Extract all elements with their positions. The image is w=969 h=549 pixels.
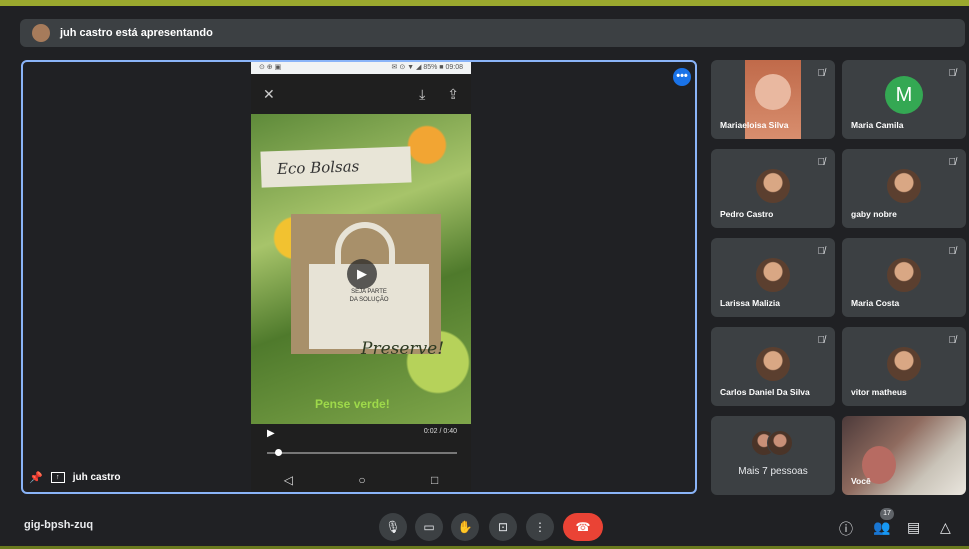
home-icon: ○ bbox=[358, 473, 366, 487]
bag-text-2: DA SOLUÇÃO bbox=[349, 297, 389, 303]
video-time: 0:02 / 0:40 bbox=[423, 428, 457, 435]
participant-tile[interactable]: 🎙̸ Pedro Castro bbox=[711, 149, 835, 228]
participant-tile[interactable]: 🎙̸ vitor matheus bbox=[842, 327, 966, 406]
shared-phone-screen: ⊙ ⊕ ▣ ✉ ⊙ ▼ ◢ 85% ■ 09:08 ✕ ⤓ ⇪ Eco Bols… bbox=[251, 62, 471, 492]
pin-icon[interactable]: 📌 bbox=[29, 471, 43, 484]
mic-button[interactable]: 🎙 bbox=[379, 513, 407, 541]
eco-title: Eco Bolsas bbox=[260, 146, 412, 188]
mic-off-icon: 🎙̸ bbox=[948, 157, 957, 168]
participant-tile[interactable]: M 🎙̸ Maria Camila bbox=[842, 60, 966, 139]
more-options-icon[interactable]: ••• bbox=[673, 68, 691, 86]
recents-icon: □ bbox=[431, 473, 439, 487]
avatar bbox=[887, 169, 921, 203]
avatar bbox=[756, 258, 790, 292]
avatar bbox=[887, 347, 921, 381]
presenter-name: juh castro bbox=[72, 472, 121, 483]
participant-name: vitor matheus bbox=[851, 387, 907, 397]
mic-off-icon: 🎙̸ bbox=[948, 335, 957, 346]
info-icon[interactable]: ⓘ bbox=[839, 519, 853, 539]
avatar bbox=[756, 347, 790, 381]
participant-name: Larissa Malizia bbox=[720, 298, 781, 308]
mic-off-icon: 🎙̸ bbox=[817, 335, 826, 346]
phone-status-bar: ⊙ ⊕ ▣ ✉ ⊙ ▼ ◢ 85% ■ 09:08 bbox=[251, 62, 471, 74]
mic-off-icon: 🎙̸ bbox=[817, 246, 826, 257]
video-controls: ▶ 0:02 / 0:40 bbox=[251, 424, 471, 464]
more-participants-tile[interactable]: Mais 7 pessoas bbox=[711, 416, 835, 495]
chat-icon[interactable]: ▤ bbox=[907, 519, 920, 536]
participant-tile[interactable]: 🎙̸ Maria Costa bbox=[842, 238, 966, 317]
pense-verde-text: Pense verde! bbox=[315, 397, 390, 411]
presenting-screen-icon: ↑ bbox=[50, 472, 65, 483]
download-icon: ⤓ bbox=[419, 85, 426, 102]
end-call-button[interactable]: ☎ bbox=[563, 513, 603, 541]
activities-icon[interactable]: △ bbox=[940, 519, 951, 536]
raise-hand-button[interactable]: ✋ bbox=[451, 513, 479, 541]
participant-name: gaby nobre bbox=[851, 209, 897, 219]
bottom-bar: gig-bpsh-zuq 🎙 ▭ ✋ ⊡ ⋮ ☎ ⓘ 17 👥 ▤ △ bbox=[0, 505, 969, 549]
presentation-stage[interactable]: ••• ⊙ ⊕ ▣ ✉ ⊙ ▼ ◢ 85% ■ 09:08 ✕ ⤓ ⇪ Eco … bbox=[21, 60, 697, 494]
participant-name: Carlos Daniel Da Silva bbox=[720, 387, 810, 397]
mic-off-icon: 🎙̸ bbox=[948, 68, 957, 79]
status-right: ✉ ⊙ ▼ ◢ 85% ■ 09:08 bbox=[391, 64, 463, 71]
close-icon: ✕ bbox=[263, 85, 275, 102]
mic-off-icon: 🎙̸ bbox=[948, 246, 957, 257]
participant-tile[interactable]: 🎙̸ Mariaeloisa Silva bbox=[711, 60, 835, 139]
participant-tile[interactable]: 🎙̸ Carlos Daniel Da Silva bbox=[711, 327, 835, 406]
participant-tile[interactable]: 🎙̸ gaby nobre bbox=[842, 149, 966, 228]
play-icon: ▶ bbox=[347, 259, 377, 289]
video-progress-knob bbox=[275, 449, 282, 456]
bag-text-1: SEJA PARTE bbox=[351, 289, 387, 295]
participant-tile[interactable]: 🎙̸ Larissa Malizia bbox=[711, 238, 835, 317]
preserve-text: Preserve! bbox=[361, 339, 445, 359]
participant-name: Maria Costa bbox=[851, 298, 900, 308]
video-progress-track bbox=[267, 452, 457, 454]
mic-off-icon: 🎙̸ bbox=[817, 68, 826, 79]
avatar bbox=[887, 258, 921, 292]
viewer-toolbar: ✕ ⤓ ⇪ bbox=[251, 74, 471, 114]
more-participants-label: Mais 7 pessoas bbox=[738, 466, 808, 477]
presenting-text: juh castro está apresentando bbox=[60, 27, 213, 39]
mic-off-icon: 🎙̸ bbox=[817, 157, 826, 168]
play-small-icon: ▶ bbox=[267, 428, 275, 439]
self-name: Você bbox=[851, 476, 871, 486]
presenter-avatar bbox=[32, 24, 50, 42]
self-view-tile[interactable]: Você bbox=[842, 416, 966, 495]
stage-presenter-label: 📌 ↑ juh castro bbox=[29, 471, 121, 484]
back-icon: ◁ bbox=[283, 473, 293, 487]
more-avatars bbox=[751, 430, 795, 456]
meeting-code: gig-bpsh-zuq bbox=[24, 519, 94, 531]
status-left: ⊙ ⊕ ▣ bbox=[259, 64, 282, 71]
more-options-button[interactable]: ⋮ bbox=[526, 513, 554, 541]
presenting-banner: juh castro está apresentando bbox=[20, 19, 965, 47]
people-icon[interactable]: 👥 bbox=[873, 519, 890, 536]
avatar bbox=[756, 169, 790, 203]
top-strip bbox=[0, 0, 969, 6]
eco-bag-image: Eco Bolsas SEJA PARTE DA SOLUÇÃO ▶ Prese… bbox=[251, 114, 471, 424]
present-button[interactable]: ⊡ bbox=[489, 513, 517, 541]
participant-name: Mariaeloisa Silva bbox=[720, 120, 789, 130]
participant-name: Pedro Castro bbox=[720, 209, 774, 219]
camera-button[interactable]: ▭ bbox=[415, 513, 443, 541]
android-nav-bar: ◁ ○ □ bbox=[251, 466, 471, 492]
avatar: M bbox=[885, 76, 923, 114]
participant-name: Maria Camila bbox=[851, 120, 904, 130]
share-icon: ⇪ bbox=[447, 85, 459, 102]
